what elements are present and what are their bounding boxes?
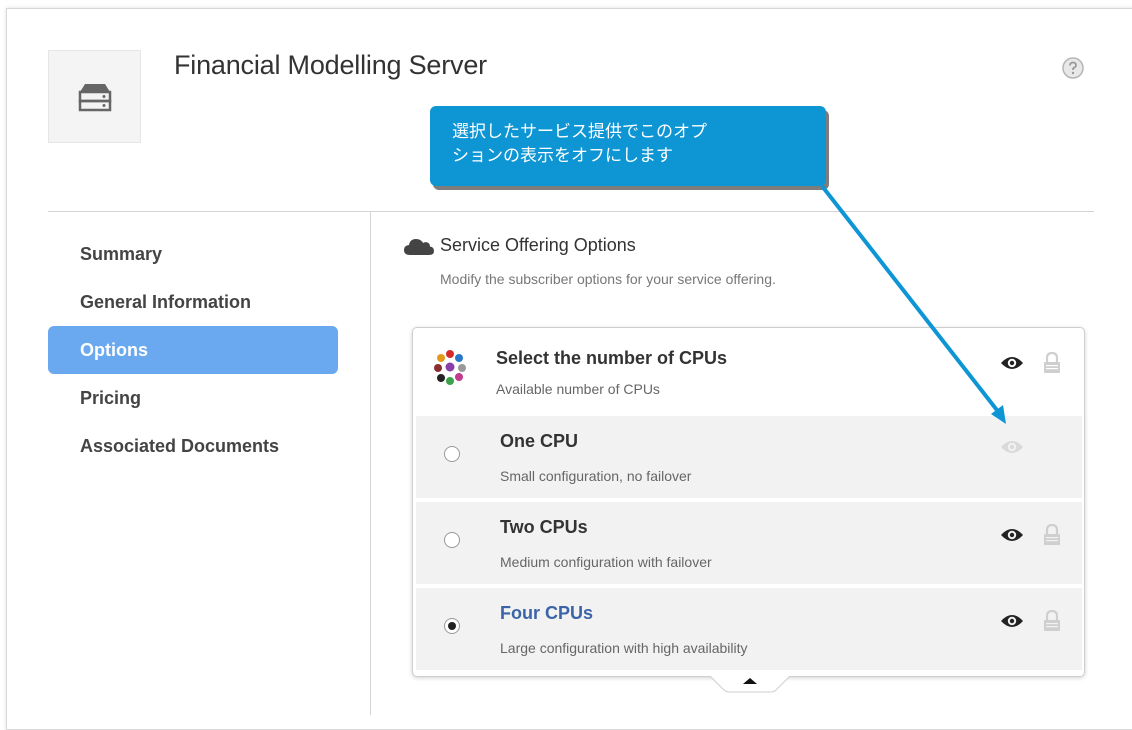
- option-row-one-cpu[interactable]: One CPU Small configuration, no failover: [416, 416, 1082, 498]
- server-icon: [48, 50, 141, 143]
- lock-icon[interactable]: [1043, 523, 1061, 546]
- option-group-description: Available number of CPUs: [496, 381, 660, 397]
- sidebar-nav: Summary General Information Options Pric…: [48, 230, 338, 470]
- option-row-four-cpus[interactable]: Four CPUs Large configuration with high …: [416, 588, 1082, 670]
- radio-one-cpu[interactable]: [444, 446, 460, 462]
- option-title: One CPU: [500, 431, 579, 451]
- page-title: Financial Modelling Server: [174, 50, 487, 80]
- option-description: Medium configuration with failover: [500, 554, 712, 570]
- eye-icon[interactable]: [1000, 612, 1024, 630]
- molecule-icon: [432, 350, 468, 391]
- eye-icon[interactable]: [1000, 354, 1024, 372]
- cloud-icon: [403, 236, 435, 261]
- option-group-title: Select the number of CPUs: [496, 348, 728, 368]
- sidebar-item-pricing[interactable]: Pricing: [48, 374, 338, 422]
- sidebar-item-associated-documents[interactable]: Associated Documents: [48, 422, 338, 470]
- section-description: Modify the subscriber options for your s…: [440, 271, 776, 287]
- section-title: Service Offering Options: [440, 235, 636, 255]
- sidebar-item-general-information[interactable]: General Information: [48, 278, 338, 326]
- radio-four-cpus[interactable]: [444, 618, 460, 634]
- annotation-callout: 選択したサービス提供でこのオプ ションの表示をオフにします: [430, 106, 826, 186]
- lock-icon[interactable]: [1043, 351, 1061, 374]
- eye-off-icon[interactable]: [1000, 438, 1024, 456]
- option-group-header: Select the number of CPUs Available numb…: [413, 328, 1084, 416]
- header-divider: [48, 211, 1094, 212]
- option-description: Large configuration with high availabili…: [500, 640, 748, 656]
- options-card: Select the number of CPUs Available numb…: [412, 327, 1085, 677]
- sidebar-divider: [370, 212, 371, 715]
- option-title: Two CPUs: [500, 517, 588, 537]
- option-description: Small configuration, no failover: [500, 468, 692, 484]
- option-title: Four CPUs: [500, 603, 594, 623]
- eye-icon[interactable]: [1000, 526, 1024, 544]
- callout-line-1: 選択したサービス提供でこのオプ: [452, 122, 707, 141]
- lock-icon[interactable]: [1043, 609, 1061, 632]
- help-icon[interactable]: [1062, 57, 1084, 79]
- sidebar-item-options[interactable]: Options: [48, 326, 338, 374]
- option-row-two-cpus[interactable]: Two CPUs Medium configuration with failo…: [416, 502, 1082, 584]
- callout-line-2: ションの表示をオフにします: [452, 146, 673, 165]
- radio-two-cpus[interactable]: [444, 532, 460, 548]
- sidebar-item-summary[interactable]: Summary: [48, 230, 338, 278]
- collapse-tab[interactable]: [709, 675, 791, 696]
